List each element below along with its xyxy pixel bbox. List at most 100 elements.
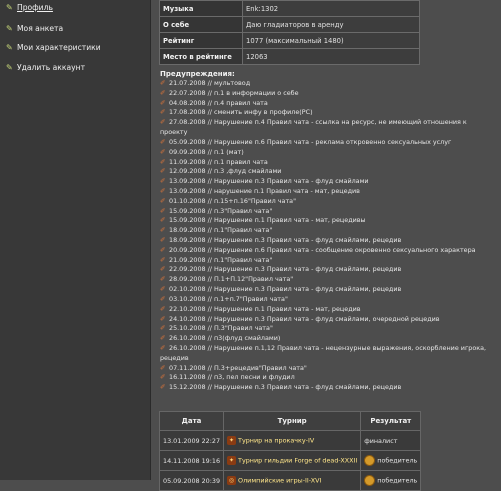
pen-icon: ✐ — [160, 324, 166, 333]
pen-icon: ✐ — [160, 196, 166, 205]
warning-text: 01.10.2008 // п.15+п.16"Правил чата" — [169, 196, 297, 205]
sidebar-item-label: Удалить аккаунт — [17, 63, 85, 72]
warning-text: 22.10.2008 // Нарушение п.1 Правил чата … — [169, 304, 361, 313]
warning-text: 18.09.2008 // Нарушение п.3 Правил чата … — [169, 236, 402, 244]
result-date: 05.09.2008 20:39 — [158, 470, 225, 491]
info-key: Рейтинг — [159, 32, 243, 49]
warning-item: ✐ 16.11.2008 // п3, пел песни и флудил — [160, 373, 500, 383]
warning-text: 28.09.2008 // П.1+П.12"Правил чата" — [169, 275, 294, 284]
tournament-link[interactable]: Олимпийские игры-II-XVI — [238, 477, 321, 485]
warnings-title: Предупреждения: — [160, 70, 235, 78]
warning-text: 17.08.2008 // сменить инфу в профиле(PC) — [169, 108, 313, 117]
results-header-row: Дата Турнир Результат — [158, 411, 422, 431]
warning-item: ✐ 11.09.2008 // п.1 правил чата — [160, 158, 500, 168]
tournament-link[interactable]: Турнир гильдии Forge of dead-XXXII — [238, 457, 357, 465]
warning-text: 02.10.2008 // Нарушение п.3 Правил чата … — [169, 285, 402, 294]
shield-icon: ✦ — [227, 456, 237, 465]
table-row: 13.01.2009 22:27 ✦ Турнир на прокачку-IV фи… — [158, 430, 422, 451]
tournament-link[interactable]: Турнир на прокачку-IV — [238, 437, 314, 445]
warning-text: 04.08.2008 // п.4 правил чата — [169, 98, 268, 107]
warning-text: 15.12.2008 // Нарушение п.3 Правил чата … — [169, 383, 402, 392]
warning-item: ✐ 05.09.2008 // Нарушение п.6 Правил чата… — [160, 138, 500, 148]
medal-icon — [364, 475, 376, 486]
warning-text: 07.11.2008 // П.3+рецедив"Правил чата" — [169, 363, 307, 372]
result-date: 14.11.2008 19:16 — [158, 450, 225, 471]
warning-text: 25.10.2008 // П.3"Правил чата" — [169, 324, 273, 333]
sidebar-item-characteristics[interactable]: ✎ Мои характеристики — [6, 43, 101, 52]
pen-icon: ✐ — [160, 88, 166, 97]
pen-icon: ✐ — [160, 373, 166, 382]
warning-item: ✐ 21.09.2008 // п.1"Правил чата" — [160, 256, 500, 266]
warning-text: 24.10.2008 // Нарушение п.3 Правил чата … — [169, 314, 440, 323]
warning-text: 16.11.2008 // п3, пел песни и флудил — [169, 373, 295, 382]
sidebar-item-delete-account[interactable]: ✎ Удалить аккаунт — [6, 63, 85, 72]
warning-text: 11.09.2008 // п.1 правил чата — [169, 157, 268, 166]
column-header-tournament: Турнир — [223, 411, 362, 431]
warning-item: ✐ 13.09.2008 // нарушение п.1 Правил чата… — [160, 187, 500, 197]
warning-item: ✐ 09.09.2008 // п.1 (мат) — [160, 148, 500, 158]
pen-icon: ✐ — [160, 206, 166, 215]
warning-text: 05.09.2008 // Нарушение п.6 Правил чата … — [169, 137, 452, 146]
pen-icon: ✐ — [160, 255, 166, 264]
result-date: 13.01.2009 22:27 — [158, 430, 225, 451]
pen-icon: ✐ — [160, 167, 166, 176]
warning-item: ✐ 04.08.2008 // п.4 правил чата — [160, 99, 500, 109]
info-key: Музыка — [159, 0, 243, 17]
warning-text: 21.07.2008 // мультовод — [169, 79, 251, 87]
warning-item: ✐ 27.08.2008 // Нарушение п.4 Правил чата… — [160, 118, 500, 128]
warning-item: ✐ 20.09.2008 // Нарушение п.6 Правил чата… — [160, 246, 500, 256]
pen-icon: ✐ — [160, 285, 166, 294]
pen-icon: ✎ — [6, 63, 13, 72]
pen-icon: ✐ — [160, 314, 166, 323]
result-label: победитель — [377, 456, 418, 465]
warning-item: ✐ 12.09.2008 // п.3 ,флуд смайлами — [160, 167, 500, 177]
pen-icon: ✐ — [160, 147, 166, 156]
olympic-icon: ◎ — [227, 476, 237, 485]
info-value: Даю гладиаторов в аренду — [242, 16, 420, 33]
warning-item: ✐ 26.10.2008 // п3(флуд смайлами) — [160, 334, 500, 344]
medal-icon — [364, 455, 376, 466]
sidebar-item-profile[interactable]: ✎ Профиль — [6, 3, 53, 12]
warning-item: ✐ 24.10.2008 // Нарушение п.3 Правил чата… — [160, 315, 500, 325]
sidebar-item-label: Профиль — [17, 3, 53, 12]
profile-info-table: Музыка Enk:1302 О себе Даю гладиаторов в… — [159, 0, 420, 65]
warning-text: 15.09.2008 // Нарушение п.1 Правил чата … — [169, 216, 366, 225]
pen-icon: ✎ — [6, 3, 13, 12]
warning-item: ✐ 15.12.2008 // Нарушение п.3 Правил чата… — [160, 383, 500, 393]
warning-item: ✐ 26.10.2008 // Нарушение п.1,12 Правил ч… — [160, 344, 500, 354]
warning-item: ✐ 22.07.2008 // п.1 в информации о себе — [160, 89, 500, 99]
result-tournament: ◎ Олимпийские игры-II-XVI — [223, 470, 362, 491]
result-status: финалист — [360, 430, 422, 451]
info-row: Место в рейтинге 12063 — [159, 48, 420, 65]
warning-text: 22.09.2008 // Нарушение п.3 Правил чата … — [169, 265, 402, 274]
warning-text: 26.10.2008 // Нарушение п.1,12 Правил ча… — [169, 343, 487, 352]
warning-item: рецедив — [160, 354, 500, 364]
warning-text: 18.09.2008 // п.1"Правил чата" — [169, 226, 273, 235]
sidebar-item-my-form[interactable]: ✎ Моя анкета — [6, 24, 63, 33]
warning-item: ✐ 07.11.2008 // П.3+рецедив"Правил чата" — [160, 364, 500, 374]
info-row: Рейтинг 1077 (максимальный 1480) — [159, 32, 420, 49]
info-row: О себе Даю гладиаторов в аренду — [159, 16, 420, 33]
pen-icon: ✐ — [160, 157, 166, 166]
result-label: финалист — [364, 436, 398, 445]
sidebar: ✎ Профиль ✎ Моя анкета ✎ Мои характерист… — [0, 0, 151, 480]
warning-text: 09.09.2008 // п.1 (мат) — [169, 147, 244, 156]
warning-item: ✐ 02.10.2008 // Нарушение п.3 Правил чата… — [160, 285, 500, 295]
pen-icon: ✐ — [160, 118, 166, 127]
warning-item: ✐ 28.09.2008 // П.1+П.12"Правил чата" — [160, 275, 500, 285]
info-value: Enk:1302 — [242, 0, 420, 17]
column-header-result: Результат — [360, 411, 422, 431]
pen-icon: ✐ — [160, 98, 166, 107]
pen-icon: ✐ — [160, 79, 166, 87]
result-status: победитель — [360, 450, 422, 471]
warnings-list: ✐ 21.07.2008 // мультовод ✐ 22.07.2008 // п… — [160, 79, 500, 393]
warning-item: ✐ 01.10.2008 // п.15+п.16"Правил чата" — [160, 197, 500, 207]
info-value: 1077 (максимальный 1480) — [242, 32, 420, 49]
pen-icon: ✐ — [160, 265, 166, 274]
pen-icon: ✐ — [160, 294, 166, 303]
warning-item: ✐ 18.09.2008 // Нарушение п.3 Правил чата… — [160, 236, 500, 246]
pen-icon: ✐ — [160, 343, 166, 352]
pen-icon: ✐ — [160, 245, 166, 254]
pen-icon: ✐ — [160, 383, 166, 392]
warning-text: проекту — [160, 128, 188, 137]
